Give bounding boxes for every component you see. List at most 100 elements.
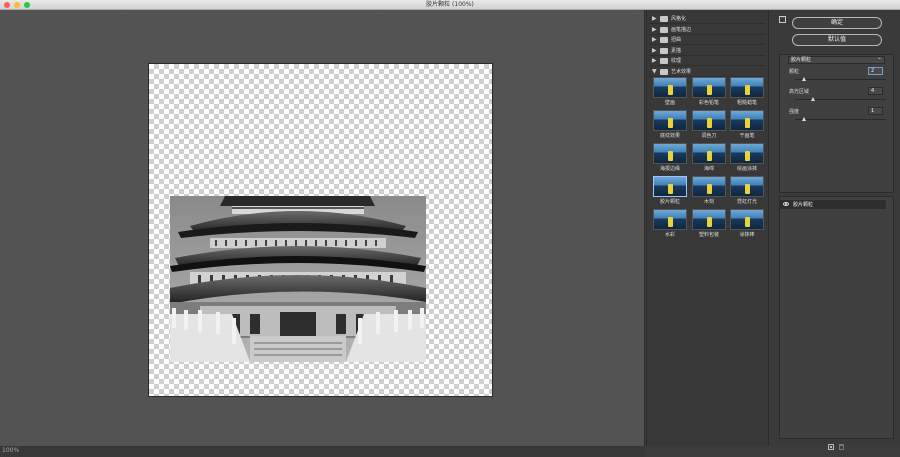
- settings-panel: ⌃ 确定 默认值 胶片颗粒 颗粒 2 高光区域 4 强度 1 胶片颗粒: [770, 10, 900, 446]
- filter-thumbnail[interactable]: 霓虹灯光: [730, 176, 764, 207]
- eye-icon[interactable]: [783, 202, 789, 206]
- param-value-field[interactable]: 1: [868, 107, 883, 115]
- filter-preview-image[interactable]: [653, 110, 687, 131]
- filter-thumbnail[interactable]: 调色刀: [692, 110, 726, 141]
- filter-preview-image[interactable]: [730, 209, 764, 230]
- filter-thumbnail-label: 彩色铅笔: [698, 100, 719, 106]
- folder-icon: [660, 37, 668, 43]
- filter-preview-image[interactable]: [730, 77, 764, 98]
- delete-effect-layer-icon[interactable]: [839, 444, 844, 450]
- filter-preview-image[interactable]: [730, 176, 764, 197]
- filter-preview-image[interactable]: [653, 176, 687, 197]
- filter-thumbnail-label: 霓虹灯光: [736, 199, 757, 205]
- filter-thumbnail[interactable]: 底纹效果: [653, 110, 687, 141]
- filter-thumbnail-label: 水彩: [664, 232, 675, 238]
- filter-preview-image[interactable]: [692, 143, 726, 164]
- filter-thumbnail[interactable]: 干画笔: [730, 110, 764, 141]
- filter-preview-image[interactable]: [730, 110, 764, 131]
- collapsed-arrow-icon[interactable]: ▶: [652, 26, 657, 33]
- title-bar: 胶片颗粒 (100%): [0, 0, 900, 10]
- filter-preview-image[interactable]: [653, 77, 687, 98]
- param-value-field[interactable]: 4: [868, 87, 883, 95]
- filter-preview-image[interactable]: [692, 209, 726, 230]
- param-slider-handle[interactable]: [811, 97, 816, 101]
- effect-layer-label: 胶片颗粒: [793, 202, 814, 208]
- filter-preview-image[interactable]: [692, 110, 726, 131]
- folder-icon: [660, 16, 668, 22]
- filter-params: 胶片颗粒 颗粒 2 高光区域 4 强度 1: [779, 54, 894, 193]
- filter-thumbnail-label: 粗糙蜡笔: [736, 100, 757, 106]
- new-effect-layer-icon[interactable]: [828, 444, 834, 450]
- filter-category-label: 艺术效果: [671, 68, 692, 75]
- collapse-gallery-icon[interactable]: ⌃: [779, 16, 786, 23]
- collapsed-arrow-icon[interactable]: ▶: [652, 57, 657, 64]
- filter-thumbnail-label: 底纹效果: [659, 133, 680, 139]
- param-label: 强度: [789, 109, 800, 115]
- expanded-arrow-icon[interactable]: ▼: [652, 68, 657, 75]
- param-slider-handle[interactable]: [802, 117, 807, 121]
- filter-select[interactable]: 胶片颗粒: [788, 55, 885, 64]
- param-label: 颗粒: [789, 69, 800, 75]
- param-label: 高光区域: [789, 89, 810, 95]
- filter-category[interactable]: ▶ 扭曲: [649, 35, 765, 45]
- filter-thumbnail[interactable]: 壁画: [653, 77, 687, 108]
- filter-thumbnail-label: 干画笔: [739, 133, 755, 139]
- filter-category-label: 画笔描边: [671, 26, 692, 33]
- param-value-field[interactable]: 2: [868, 67, 883, 75]
- status-bar: 100%: [0, 446, 645, 457]
- effect-layer-row[interactable]: 胶片颗粒: [780, 200, 886, 209]
- filter-thumbnail-label: 调色刀: [701, 133, 717, 139]
- param-slider-handle[interactable]: [802, 77, 807, 81]
- folder-icon: [660, 58, 668, 64]
- filter-gallery[interactable]: ▶ 风格化 ▶ 画笔描边 ▶ 扭曲 ▶ 素描 ▶ 纹理 ▼ 艺术效果壁画 彩色铅笔 粗糙蜡笔底纹效果 调色刀…: [646, 10, 769, 446]
- filter-category[interactable]: ▶ 风格化: [649, 14, 765, 24]
- filter-preview-image[interactable]: [653, 209, 687, 230]
- filter-thumbnail[interactable]: 涂抹棒: [730, 209, 764, 240]
- filter-preview-image[interactable]: [692, 176, 726, 197]
- filter-thumbnail[interactable]: 木刻: [692, 176, 726, 207]
- filter-thumbnail[interactable]: 胶片颗粒: [653, 176, 687, 207]
- filter-thumbnail[interactable]: 彩色铅笔: [692, 77, 726, 108]
- collapsed-arrow-icon[interactable]: ▶: [652, 15, 657, 22]
- temple-photo: [170, 196, 426, 362]
- filter-category-label: 风格化: [671, 16, 687, 22]
- filter-thumbnail-label: 海报边缘: [659, 166, 680, 172]
- param-slider-track[interactable]: [795, 117, 886, 121]
- filter-preview-image[interactable]: [692, 77, 726, 98]
- filter-thumbnail[interactable]: 水彩: [653, 209, 687, 240]
- filter-thumbnail[interactable]: 海绵: [692, 143, 726, 174]
- filter-category-label: 纹理: [671, 58, 682, 64]
- collapsed-arrow-icon[interactable]: ▶: [652, 36, 657, 43]
- filter-thumbnail[interactable]: 绘画涂抹: [730, 143, 764, 174]
- filter-thumbnail-label: 海绵: [703, 166, 714, 172]
- filter-category[interactable]: ▶ 素描: [649, 46, 765, 56]
- zoom-level[interactable]: 100%: [2, 447, 19, 454]
- filter-category-label: 扭曲: [671, 37, 682, 43]
- folder-icon: [660, 26, 668, 33]
- filter-category[interactable]: ▼ 艺术效果: [649, 67, 765, 77]
- filter-category-label: 素描: [671, 47, 682, 54]
- param-slider-track[interactable]: [795, 77, 886, 81]
- filter-category[interactable]: ▶ 画笔描边: [649, 25, 765, 35]
- preview-area[interactable]: [0, 10, 645, 446]
- filter-thumbnail[interactable]: 海报边缘: [653, 143, 687, 174]
- preview-canvas[interactable]: [148, 63, 493, 397]
- filter-thumbnail[interactable]: 塑料包装: [692, 209, 726, 240]
- effect-layers-panel: 胶片颗粒: [779, 196, 894, 439]
- folder-icon: [660, 68, 668, 75]
- filter-thumbnail-label: 木刻: [703, 199, 714, 205]
- ok-button[interactable]: 确定: [792, 17, 882, 29]
- collapsed-arrow-icon[interactable]: ▶: [652, 47, 657, 54]
- filter-thumbnail-label: 塑料包装: [698, 232, 719, 238]
- filter-thumbnail-label: 绘画涂抹: [736, 166, 757, 172]
- filter-category[interactable]: ▶ 纹理: [649, 56, 765, 66]
- filter-thumbnail-label: 胶片颗粒: [659, 199, 680, 205]
- filter-thumbnail[interactable]: 粗糙蜡笔: [730, 77, 764, 108]
- filter-preview-image[interactable]: [730, 143, 764, 164]
- default-button[interactable]: 默认值: [792, 34, 882, 46]
- filter-thumbnail-label: 壁画: [664, 100, 675, 106]
- param-slider-track[interactable]: [795, 97, 886, 101]
- window-title: 胶片颗粒 (100%): [426, 1, 474, 8]
- filter-thumbnail-label: 涂抹棒: [739, 232, 755, 238]
- filter-preview-image[interactable]: [653, 143, 687, 164]
